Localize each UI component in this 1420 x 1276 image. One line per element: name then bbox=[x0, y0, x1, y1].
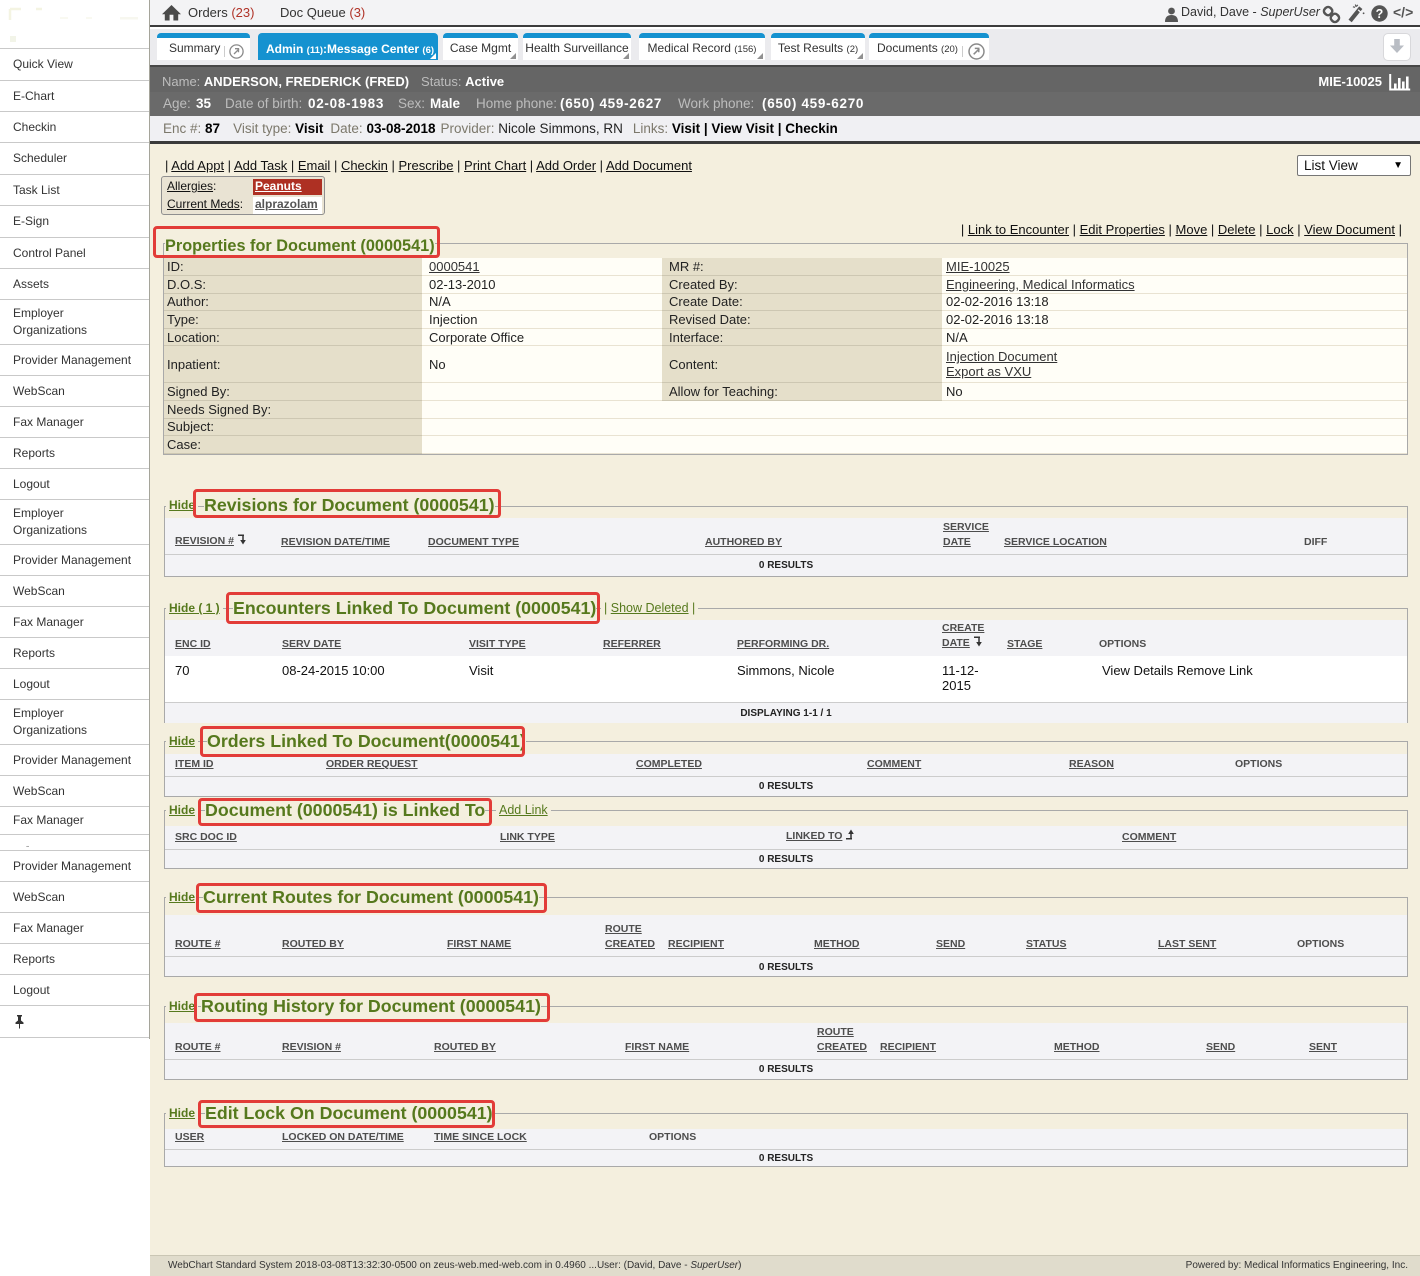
svg-text:?: ? bbox=[1376, 7, 1384, 21]
